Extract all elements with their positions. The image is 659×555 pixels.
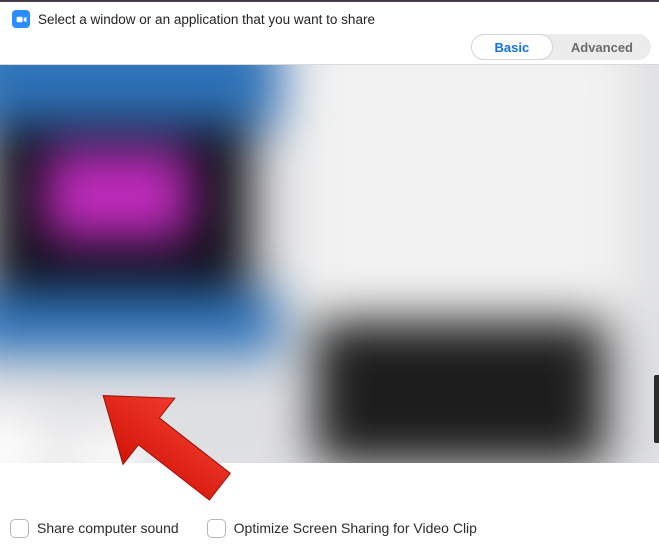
side-scroll-hint xyxy=(654,375,659,443)
dialog-header: Select a window or an application that y… xyxy=(0,2,659,34)
tab-advanced[interactable]: Advanced xyxy=(553,34,651,60)
tab-basic-label: Basic xyxy=(495,40,530,55)
checkbox-box-icon xyxy=(207,519,226,538)
optimize-video-label: Optimize Screen Sharing for Video Clip xyxy=(234,520,477,536)
tab-group: Basic Advanced xyxy=(471,34,651,60)
tab-basic[interactable]: Basic xyxy=(471,34,553,60)
share-sound-label: Share computer sound xyxy=(37,520,179,536)
share-computer-sound-checkbox[interactable]: Share computer sound xyxy=(10,519,179,538)
share-preview-area[interactable] xyxy=(0,65,659,463)
checkbox-box-icon xyxy=(10,519,29,538)
bottom-options-bar: Share computer sound Optimize Screen Sha… xyxy=(0,501,659,555)
dialog-title: Select a window or an application that y… xyxy=(38,12,375,27)
zoom-app-icon xyxy=(12,10,30,28)
blurred-thumbnails xyxy=(0,65,659,463)
optimize-video-checkbox[interactable]: Optimize Screen Sharing for Video Clip xyxy=(207,519,477,538)
tab-advanced-label: Advanced xyxy=(571,40,633,55)
tab-bar: Basic Advanced xyxy=(0,34,659,65)
